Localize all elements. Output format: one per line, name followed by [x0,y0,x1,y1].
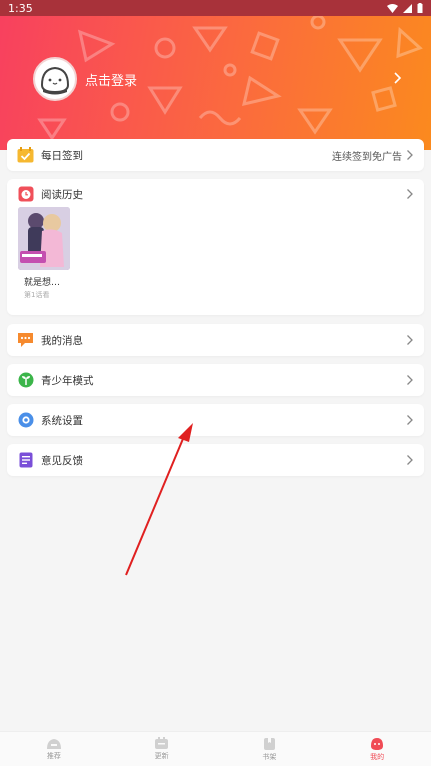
tab-label: 推荐 [46,752,61,760]
tab-label: 更新 [154,752,169,760]
signal-icon [403,3,412,13]
reading-history-header[interactable]: 阅读历史 [7,179,424,209]
book-cover-art [18,207,70,270]
feedback-label: 意见反馈 [41,454,83,467]
daily-checkin-hint: 连续签到免广告 [332,151,402,163]
chevron-right-icon [406,334,416,346]
tab-label: 我的 [370,752,385,761]
tab-bookshelf[interactable]: 书架 [216,732,324,766]
book-progress: 第1话看 [24,291,50,299]
chevron-right-icon [406,454,416,466]
teen-mode-card[interactable]: 青少年模式 [7,364,424,396]
reading-history-label: 阅读历史 [41,188,83,201]
calendar-check-icon [17,147,34,164]
chevron-right-icon [393,70,403,89]
wifi-icon [387,3,398,13]
daily-checkin-card[interactable]: 每日签到 连续签到免广告 [7,139,424,171]
avatar[interactable] [33,57,77,101]
tab-recommend[interactable]: 推荐 [0,732,108,766]
sprout-icon [17,372,34,389]
login-button[interactable]: 点击登录 [33,57,413,101]
tab-update[interactable]: 更新 [108,732,216,766]
profile-icon [371,737,384,750]
clock-icon [17,186,34,203]
chat-bubble-icon [17,332,34,349]
book-title: 就是想… [24,278,61,288]
document-icon [17,452,34,469]
chevron-right-icon [406,188,416,200]
chevron-right-icon [406,414,416,426]
battery-icon [417,3,423,13]
bottom-tab-bar: 推荐 更新 书架 我的 [0,731,431,766]
login-label: 点击登录 [85,73,138,89]
tab-profile[interactable]: 我的 [323,732,431,766]
settings-card[interactable]: 系统设置 [7,404,424,436]
tab-label: 书架 [262,752,277,761]
reading-history-card: 阅读历史 就是想… 第1话看 [7,179,424,315]
messages-card[interactable]: 我的消息 [7,324,424,356]
book-cover[interactable] [18,207,70,270]
feedback-card[interactable]: 意见反馈 [7,444,424,476]
chevron-right-icon [406,374,416,386]
daily-checkin-label: 每日签到 [41,149,83,162]
status-time: 1:35 [8,1,33,15]
history-book-item[interactable]: 就是想… 第1话看 [18,207,70,300]
messages-label: 我的消息 [41,334,83,347]
update-icon [155,737,169,749]
status-bar: 1:35 [0,0,431,16]
teen-mode-label: 青少年模式 [41,374,94,387]
default-avatar-icon [38,62,72,96]
gear-icon [17,412,34,429]
bookshelf-icon [263,737,275,750]
settings-label: 系统设置 [41,414,83,427]
home-icon [46,739,61,749]
chevron-right-icon [406,149,416,161]
